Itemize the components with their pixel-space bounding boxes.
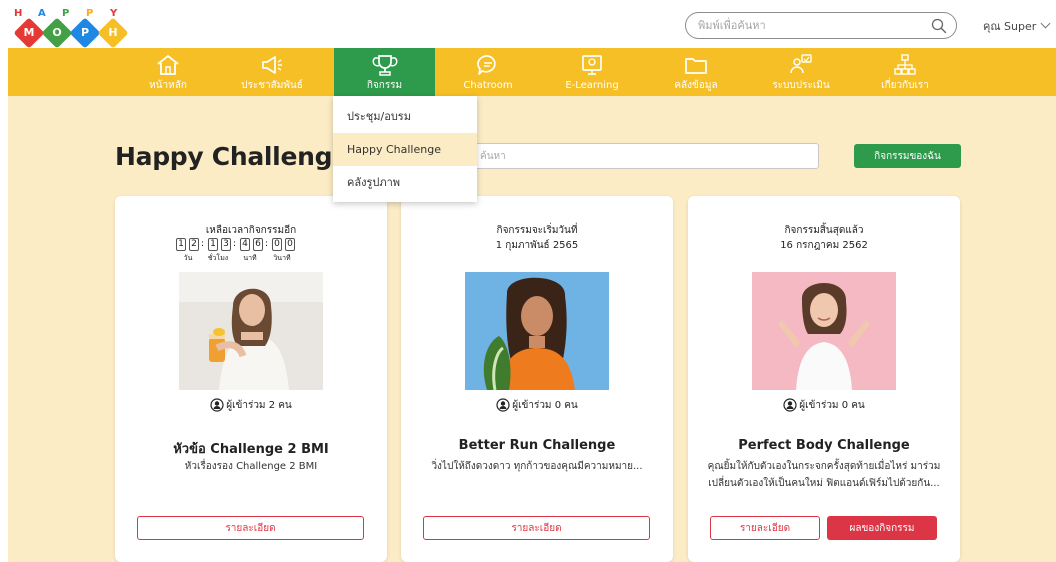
card-description: คุณยิ้มให้กับตัวเองในกระจกครั้งสุดท้ายเม… <box>707 461 941 489</box>
nav-item-home[interactable]: หน้าหลัก <box>123 48 213 96</box>
logo-letter: P <box>62 8 70 19</box>
card-description: หัวเรื่องรอง Challenge 2 BMI <box>184 461 318 472</box>
participant-count: ผู้เข้าร่วม 0 คน <box>688 398 960 413</box>
woman-with-juice-image <box>179 272 323 390</box>
logo-diamond: P <box>69 17 101 49</box>
global-search <box>685 12 957 39</box>
participant-text: ผู้เข้าร่วม 0 คน <box>799 400 865 411</box>
challenge-search-input[interactable] <box>480 147 810 165</box>
countdown-digit: 6 <box>253 238 263 251</box>
participant-icon <box>783 398 797 412</box>
countdown-digit: 3 <box>221 238 231 251</box>
page-title: Happy Challenge <box>115 142 349 171</box>
participant-count: ผู้เข้าร่วม 2 คน <box>115 398 387 413</box>
happy-moph-logo[interactable]: H A P P Y M O P H <box>13 8 134 49</box>
challenge-card: กิจกรรมจะเริ่มวันที่ 1 กุมภาพันธ์ 2565 ผ… <box>401 196 673 562</box>
user-menu[interactable]: คุณ Super <box>983 17 1051 35</box>
evaluation-icon <box>790 54 812 74</box>
participant-text: ผู้เข้าร่วม 2 คน <box>226 400 292 411</box>
challenge-card: เหลือเวลากิจกรรมอีก 1 2 : 1 3 : 4 6 : 0 … <box>115 196 387 562</box>
user-name: คุณ Super <box>983 20 1037 33</box>
nav-item-elearning[interactable]: E-Learning <box>542 48 642 96</box>
trophy-icon <box>372 55 397 76</box>
dropdown-item-gallery[interactable]: คลังรูปภาพ <box>333 166 477 199</box>
card-description: วิ่งไปให้ถึงดวงดาว ทุกก้าวของคุณมีความหม… <box>431 461 643 472</box>
countdown-digit: 2 <box>189 238 199 251</box>
challenge-card: กิจกรรมสิ้นสุดแล้ว 16 กรกฎาคม 2562 ผู้เข… <box>688 196 960 562</box>
nav-item-about[interactable]: เกี่ยวกับเรา <box>860 48 950 96</box>
card-date: 1 กุมภาพันธ์ 2565 <box>495 240 579 251</box>
countdown-digit: 1 <box>208 238 218 251</box>
detail-button[interactable]: รายละเอียด <box>423 516 650 540</box>
nav-label: คลังข้อมูล <box>674 80 718 91</box>
nav-label: หน้าหลัก <box>149 80 187 91</box>
nav-label: กิจกรรม <box>366 80 403 91</box>
logo-letters: H A P P Y <box>14 8 134 20</box>
dropdown-item-happy-challenge[interactable]: Happy Challenge <box>333 133 477 166</box>
countdown-digit: 1 <box>176 238 186 251</box>
challenge-search <box>471 143 819 169</box>
megaphone-icon <box>262 56 282 74</box>
nav-label: ประชาสัมพันธ์ <box>241 80 303 91</box>
card-status: เหลือเวลากิจกรรมอีก <box>205 225 297 236</box>
logo-letter: H <box>14 8 23 19</box>
org-chart-icon <box>894 54 916 75</box>
participant-icon <box>496 398 510 412</box>
nav-item-announcements[interactable]: ประชาสัมพันธ์ <box>227 48 317 96</box>
countdown-digit: 0 <box>272 238 282 251</box>
card-title: Better Run Challenge <box>458 438 616 453</box>
countdown-timer: 1 2 : 1 3 : 4 6 : 0 0 วัน ชั่วโมง นาที ว… <box>176 238 326 266</box>
challenge-photo <box>465 272 609 390</box>
challenge-photo <box>179 272 323 390</box>
my-activities-button[interactable]: กิจกรรมของฉัน <box>854 144 961 168</box>
monitor-icon <box>582 55 602 75</box>
activity-result-button[interactable]: ผลของกิจกรรม <box>827 516 937 540</box>
countdown-digit: 0 <box>285 238 295 251</box>
woman-with-greens-image <box>465 272 609 390</box>
countdown-unit: นาที <box>243 254 257 262</box>
countdown-digit: 4 <box>240 238 250 251</box>
smiling-woman-image <box>752 272 896 390</box>
challenge-photo <box>752 272 896 390</box>
global-search-input[interactable] <box>698 16 913 35</box>
participant-count: ผู้เข้าร่วม 0 คน <box>401 398 673 413</box>
folder-icon <box>685 58 707 74</box>
chat-icon <box>477 55 496 75</box>
card-status: กิจกรรมสิ้นสุดแล้ว <box>784 225 864 236</box>
nav-item-evaluation[interactable]: ระบบประเมิน <box>756 48 846 96</box>
countdown-unit: วัน <box>183 254 193 262</box>
participant-icon <box>210 398 224 412</box>
card-title: Perfect Body Challenge <box>738 438 910 453</box>
participant-text: ผู้เข้าร่วม 0 คน <box>512 400 578 411</box>
nav-label: E-Learning <box>565 80 619 91</box>
nav-label: เกี่ยวกับเรา <box>881 80 929 91</box>
nav-item-chatroom[interactable]: Chatroom <box>443 48 533 96</box>
nav-item-library[interactable]: คลังข้อมูล <box>651 48 741 96</box>
logo-diamond: O <box>41 17 73 49</box>
home-icon <box>157 55 179 75</box>
countdown-unit: วินาที <box>273 254 291 262</box>
logo-letter: P <box>86 8 94 19</box>
logo-diamond: M <box>13 17 45 49</box>
logo-diamond: H <box>97 17 129 49</box>
top-bar: H A P P Y M O P H คุณ Super <box>0 0 1056 49</box>
activities-dropdown-menu: ประชุม/อบรม Happy Challenge คลังรูปภาพ <box>333 96 477 202</box>
dropdown-item-meetings[interactable]: ประชุม/อบรม <box>333 100 477 133</box>
nav-item-activities[interactable]: กิจกรรม <box>334 48 435 96</box>
detail-button[interactable]: รายละเอียด <box>710 516 820 540</box>
chevron-down-icon <box>1040 18 1051 29</box>
nav-label: ระบบประเมิน <box>772 80 830 91</box>
nav-label: Chatroom <box>463 80 513 91</box>
card-date: 16 กรกฎาคม 2562 <box>780 240 868 251</box>
card-status: กิจกรรมจะเริ่มวันที่ <box>496 225 578 236</box>
main-nav: หน้าหลัก ประชาสัมพันธ์ กิจกรรม Chatroom <box>8 48 1056 96</box>
card-title: หัวข้อ Challenge 2 BMI <box>173 442 329 457</box>
logo-letter: A <box>38 8 46 19</box>
detail-button[interactable]: รายละเอียด <box>137 516 364 540</box>
main-content: Happy Challenge กิจกรรมของฉัน เหลือเวลาก… <box>8 96 1056 562</box>
countdown-unit: ชั่วโมง <box>207 254 229 262</box>
magnifier-icon[interactable] <box>931 18 947 34</box>
